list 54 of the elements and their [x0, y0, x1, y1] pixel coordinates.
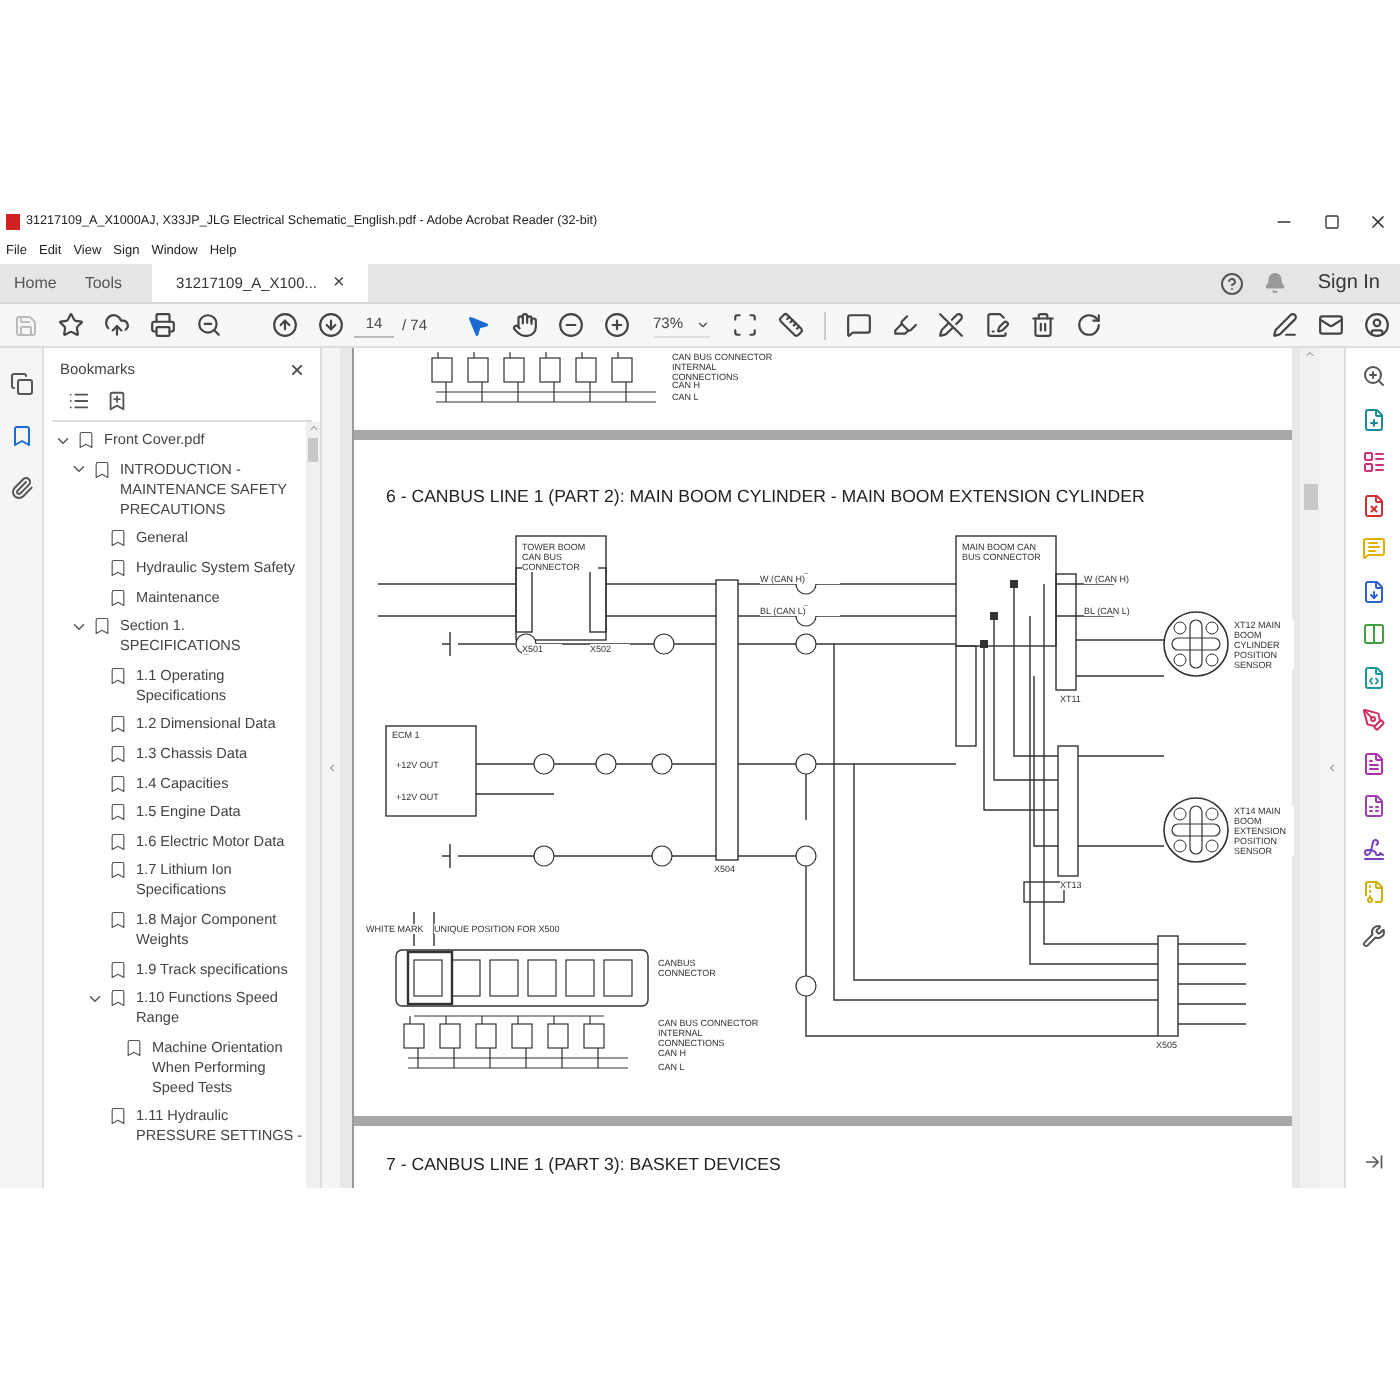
- options-icon[interactable]: [68, 390, 90, 412]
- bookmark-icon: [108, 528, 128, 549]
- paperclip-icon[interactable]: [9, 476, 33, 500]
- bookmark-icon: [108, 959, 128, 980]
- pen-icon[interactable]: [1361, 708, 1385, 732]
- tab[interactable]: Home: [0, 264, 71, 302]
- section-title: 6 - CANBUS LINE 1 (PART 2): MAIN BOOM CYLINDER - MAIN BOOM EXTENSION CYLINDER: [384, 484, 1147, 510]
- scrollbar-thumb[interactable]: [308, 438, 318, 462]
- new-bookmark-icon[interactable]: [106, 390, 128, 412]
- tab-close-button[interactable]: ×: [333, 268, 345, 298]
- bookmark-icon: [108, 910, 128, 931]
- pages-icon[interactable]: [9, 372, 33, 396]
- bookmark-icon: [108, 802, 128, 823]
- bookmark-icon: [108, 587, 128, 608]
- expand-pane-icon[interactable]: [1363, 1152, 1383, 1172]
- bookmark-icon: [92, 459, 112, 480]
- bookmark-icon: [108, 714, 128, 735]
- scrollbar[interactable]: [1300, 348, 1320, 1188]
- bookmark-icon: [108, 831, 128, 852]
- bookmark-icon: [92, 616, 112, 637]
- bookmark-icon: [108, 744, 128, 765]
- sign-in-button[interactable]: Sign In: [1317, 268, 1380, 298]
- file-sheet-icon[interactable]: [1361, 794, 1385, 818]
- signature-icon[interactable]: [1361, 837, 1385, 861]
- file-code-icon[interactable]: [1361, 665, 1385, 689]
- scrollbar[interactable]: [306, 422, 320, 1188]
- zoom-in-icon[interactable]: [1361, 364, 1385, 388]
- section-title: 7 - CANBUS LINE 1 (PART 3): BASKET DEVICES: [384, 1154, 783, 1177]
- layout-icon[interactable]: [1361, 450, 1385, 474]
- file-export-icon[interactable]: [1361, 579, 1385, 603]
- collapse-handle-icon[interactable]: [1326, 762, 1338, 774]
- bookmark-icon: [108, 1106, 128, 1127]
- caret-icon: [695, 317, 710, 331]
- bookmark-icon[interactable]: [9, 424, 33, 448]
- bookmark-icon: [108, 558, 128, 579]
- maximize-icon[interactable]: [1324, 214, 1340, 230]
- wrench-icon[interactable]: [1361, 923, 1385, 947]
- file-plus-icon[interactable]: [1361, 407, 1385, 431]
- tab[interactable]: Tools: [70, 264, 137, 302]
- bookmark-icon: [108, 665, 128, 686]
- help-icon[interactable]: [1219, 271, 1244, 295]
- bookmark-icon: [108, 988, 128, 1009]
- app-logo-icon: [6, 214, 20, 230]
- scrollbar-thumb[interactable]: [1303, 484, 1317, 510]
- bookmark-icon: [108, 773, 128, 794]
- file-text-icon[interactable]: [1361, 751, 1385, 775]
- panel-close-button[interactable]: ×: [289, 352, 304, 388]
- close-icon[interactable]: [1368, 212, 1388, 232]
- file-x-icon[interactable]: [1361, 493, 1385, 517]
- bookmark-icon: [108, 860, 128, 881]
- columns-icon[interactable]: [1361, 622, 1385, 646]
- bookmark-icon: [124, 1037, 144, 1058]
- bookmark-icon: [76, 430, 96, 451]
- collapse-handle-icon[interactable]: [325, 762, 337, 774]
